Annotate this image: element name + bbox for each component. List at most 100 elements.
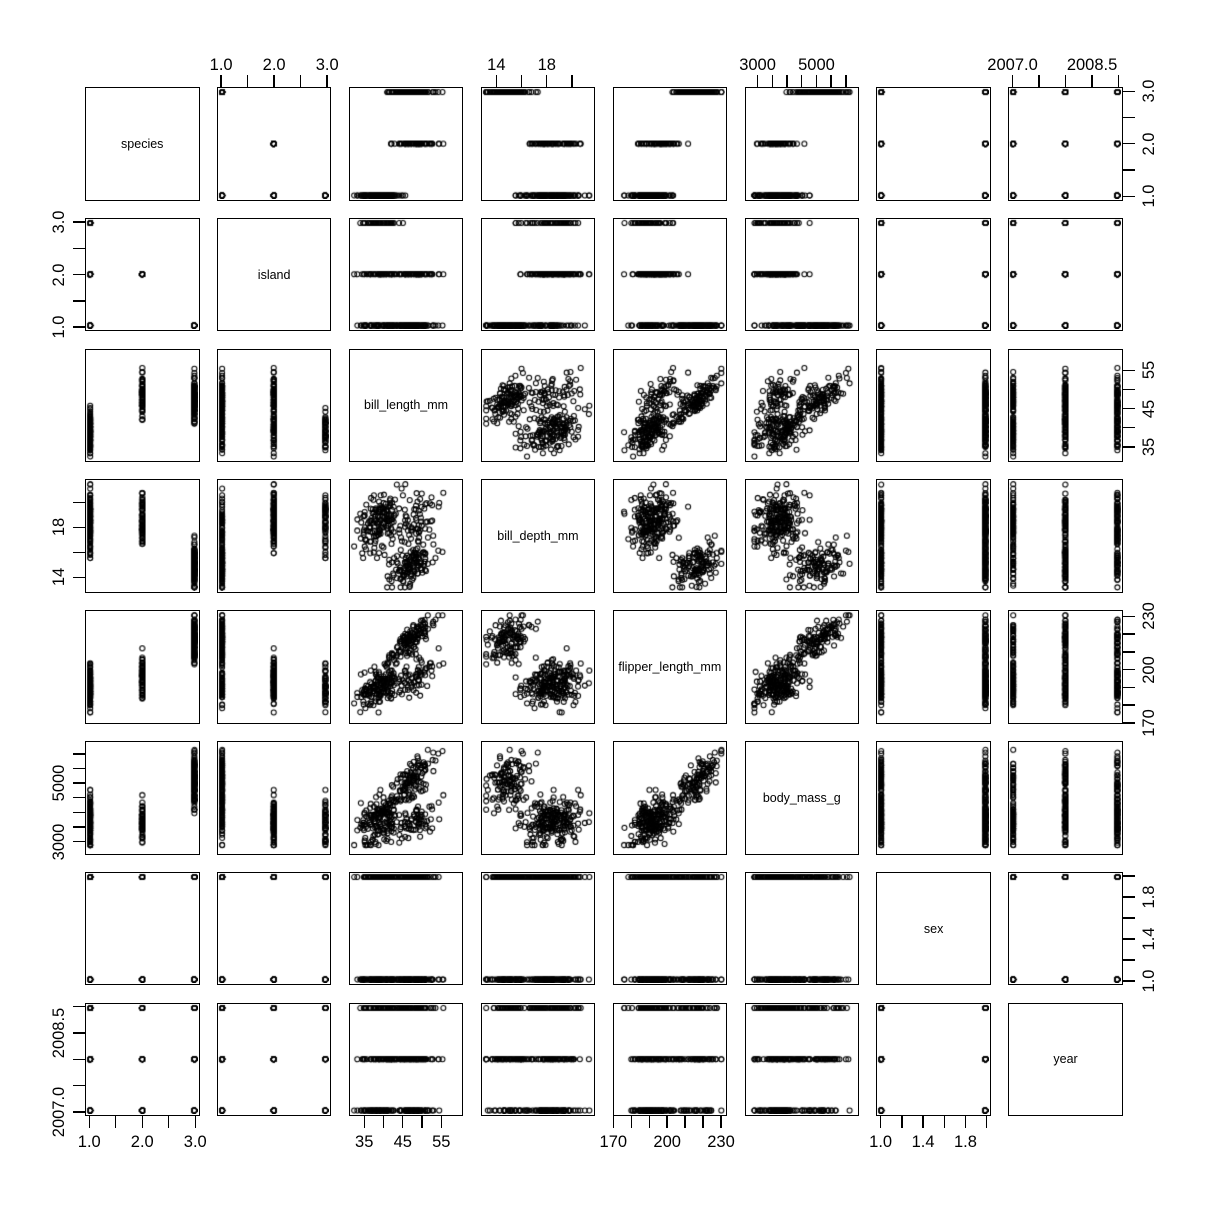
x-axis-label-species-1: 2.0: [130, 1133, 154, 1152]
axis-tick: [73, 753, 85, 755]
scatter-panel-bill_depth_mm-vs-bill_length_mm: [480, 348, 596, 463]
scatter-panel-species-vs-flipper_length_mm: [85, 610, 200, 724]
scatter-points: [217, 742, 330, 853]
axis-tick: [1122, 633, 1135, 635]
scatter-points: [481, 88, 594, 199]
y-axis-label-body_mass_g-1: 5000: [49, 764, 68, 802]
scatter-points: [217, 1003, 330, 1115]
axis-tick: [1122, 722, 1135, 724]
axis-tick: [363, 1116, 365, 1129]
axis-tick: [1122, 704, 1135, 706]
axis-tick: [73, 501, 85, 504]
scatter-panel-sex-vs-body_mass_g: [876, 741, 991, 855]
axis-tick: [786, 75, 788, 87]
axis-tick: [273, 75, 275, 87]
diagonal-panel-island: island: [216, 217, 332, 332]
axis-tick: [194, 1116, 196, 1129]
scatter-panel-bill_length_mm-vs-bill_depth_mm: [348, 479, 464, 593]
scatter-points: [613, 742, 726, 853]
axis-tick: [1122, 195, 1135, 197]
axis-tick: [73, 840, 85, 843]
scatter-panel-species-vs-year: [85, 1002, 200, 1117]
axis-tick: [440, 1116, 443, 1129]
scatter-points: [745, 872, 857, 984]
axis-tick: [1038, 75, 1040, 87]
scatter-panel-sex-vs-year: [876, 1002, 991, 1117]
axis-tick: [1122, 980, 1135, 982]
scatter-panel-island-vs-sex: [216, 871, 332, 986]
y-axis-label-species-0: 1.0: [1139, 184, 1158, 208]
scatter-panel-island-vs-bill_length_mm: [216, 348, 332, 463]
y-axis-label-body_mass_g-0: 3000: [49, 823, 68, 860]
axis-tick: [73, 576, 85, 579]
axis-tick: [73, 221, 85, 223]
scatter-panel-species-vs-sex: [85, 871, 200, 986]
scatter-panel-species-vs-island: [85, 217, 200, 332]
scatter-panel-bill_depth_mm-vs-flipper_length_mm: [480, 610, 596, 724]
axis-tick: [1122, 169, 1135, 171]
scatter-panel-body_mass_g-vs-bill_depth_mm: [744, 479, 859, 593]
scatter-points: [481, 1003, 594, 1115]
scatter-panel-bill_depth_mm-vs-body_mass_g: [480, 741, 596, 855]
axis-tick: [1122, 116, 1135, 119]
scatter-panel-bill_depth_mm-vs-island: [480, 217, 596, 332]
scatter-points: [1009, 88, 1121, 199]
scatter-points: [217, 611, 330, 722]
y-axis-label-year-0: 2007.0: [49, 1086, 68, 1138]
variable-label-species: species: [121, 136, 164, 151]
scatter-panel-year-vs-body_mass_g: [1008, 741, 1123, 855]
scatter-panel-flipper_length_mm-vs-body_mass_g: [612, 741, 728, 855]
axis-tick: [1122, 917, 1135, 919]
scatter-panel-body_mass_g-vs-bill_length_mm: [744, 348, 859, 463]
axis-tick: [1122, 668, 1135, 671]
axis-tick: [73, 300, 85, 302]
axis-tick: [964, 1116, 967, 1129]
axis-tick: [73, 1111, 85, 1113]
axis-tick: [1122, 90, 1135, 92]
scatter-panel-year-vs-sex: [1008, 871, 1123, 986]
axis-tick: [168, 1116, 170, 1129]
axis-tick: [1122, 959, 1135, 961]
y-axis-label-sex-2: 1.8: [1139, 885, 1158, 909]
scatter-panel-bill_length_mm-vs-flipper_length_mm: [348, 610, 464, 724]
axis-tick: [1122, 427, 1135, 429]
axis-tick: [73, 526, 85, 529]
scatter-points: [86, 218, 198, 330]
scatter-points: [745, 218, 857, 330]
x-axis-label-year-0: 2007.0: [987, 56, 1038, 74]
axis-tick: [1064, 75, 1067, 87]
scatter-points: [86, 872, 198, 984]
variable-label-bill_depth_mm: bill_depth_mm: [497, 528, 579, 543]
scatter-panel-year-vs-island: [1008, 217, 1123, 332]
scatter-points: [217, 349, 330, 461]
axis-tick: [141, 1116, 143, 1129]
scatter-points: [349, 88, 462, 199]
scatter-points: [877, 480, 989, 591]
scatter-panel-island-vs-body_mass_g: [216, 741, 332, 855]
scatter-panel-sex-vs-species: [876, 87, 991, 201]
axis-tick: [421, 1116, 423, 1129]
y-axis-label-bill_depth_mm-0: 14: [49, 568, 68, 587]
axis-tick: [1122, 651, 1135, 653]
y-axis-label-flipper_length_mm-2: 230: [1139, 602, 1158, 630]
scatter-panel-year-vs-bill_length_mm: [1008, 348, 1123, 463]
scatter-panel-bill_length_mm-vs-sex: [348, 871, 464, 986]
scatter-panel-flipper_length_mm-vs-sex: [612, 871, 728, 986]
scatter-panel-body_mass_g-vs-flipper_length_mm: [744, 610, 859, 724]
scatter-panel-body_mass_g-vs-year: [744, 1002, 859, 1117]
scatter-panel-bill_length_mm-vs-year: [348, 1002, 464, 1117]
scatter-points: [745, 611, 857, 722]
scatter-points: [745, 480, 857, 591]
axis-tick: [115, 1116, 117, 1129]
variable-label-body_mass_g: body_mass_g: [762, 790, 841, 805]
scatter-panel-island-vs-year: [216, 1002, 332, 1117]
x-axis-label-bill_depth_mm-0: 14: [487, 56, 506, 74]
axis-tick: [382, 1116, 385, 1129]
scatter-points: [217, 872, 330, 984]
scatter-points: [1009, 742, 1121, 853]
variable-label-flipper_length_mm: flipper_length_mm: [618, 659, 722, 674]
scatter-points: [86, 480, 198, 591]
scatter-panel-flipper_length_mm-vs-bill_length_mm: [612, 348, 728, 463]
scatter-points: [349, 872, 462, 984]
scatter-points: [613, 1003, 726, 1115]
